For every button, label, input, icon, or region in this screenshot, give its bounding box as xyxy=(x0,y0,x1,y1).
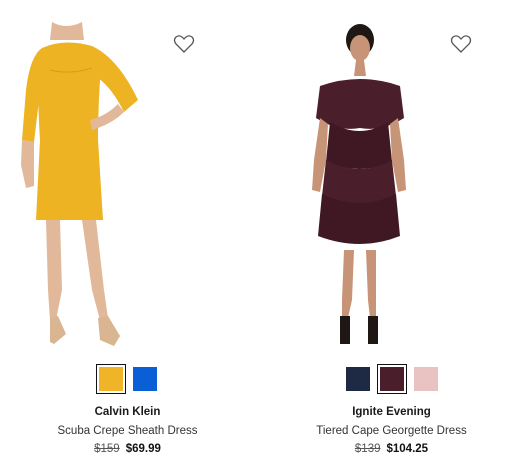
product-name[interactable]: Scuba Crepe Sheath Dress xyxy=(0,425,255,437)
product-image[interactable] xyxy=(264,0,519,355)
original-price: $139 xyxy=(354,443,381,455)
product-name[interactable]: Tiered Cape Georgette Dress xyxy=(264,425,519,437)
product-card[interactable]: Ignite Evening Tiered Cape Georgette Dre… xyxy=(264,0,519,464)
color-swatch-yellow[interactable] xyxy=(95,364,126,394)
original-price: $159 xyxy=(94,443,120,455)
heart-outline-icon[interactable] xyxy=(173,34,195,54)
heart-outline-icon[interactable] xyxy=(450,34,472,54)
product-card[interactable]: Calvin Klein Scuba Crepe Sheath Dress $1… xyxy=(0,0,255,464)
color-swatches xyxy=(264,364,519,394)
color-swatch-navy[interactable] xyxy=(345,367,370,391)
color-swatch-blush[interactable] xyxy=(413,367,438,391)
sale-price: $104.25 xyxy=(386,443,429,455)
color-swatch-burgundy[interactable] xyxy=(376,364,407,394)
color-swatches xyxy=(0,364,255,394)
product-image[interactable] xyxy=(0,0,255,355)
product-brand[interactable]: Calvin Klein xyxy=(0,406,255,418)
sale-price: $69.99 xyxy=(125,443,161,455)
product-brand[interactable]: Ignite Evening xyxy=(264,406,519,418)
product-price: $159 $69.99 xyxy=(0,443,255,455)
color-swatch-blue[interactable] xyxy=(132,367,157,391)
product-price: $139 $104.25 xyxy=(264,443,519,455)
